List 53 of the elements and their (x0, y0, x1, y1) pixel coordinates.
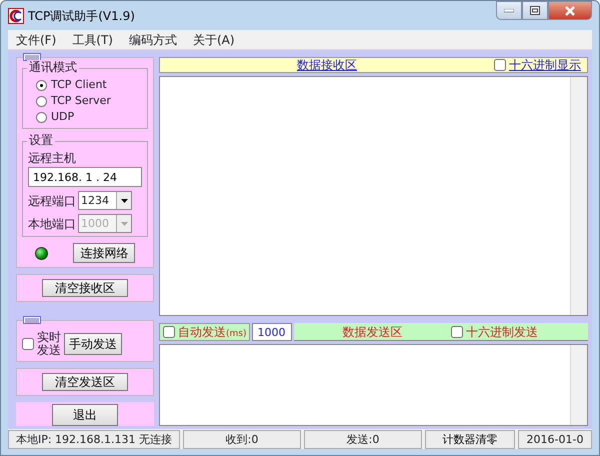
caret-icon (120, 222, 128, 226)
close-button[interactable] (548, 1, 592, 20)
clear-send-button[interactable]: 清空发送区 (42, 373, 128, 391)
clear-receive-button[interactable]: 清空接收区 (42, 279, 128, 297)
menu-item[interactable]: 编码方式 (120, 30, 185, 48)
exit-button[interactable]: 退出 (52, 404, 118, 426)
checkbox-label: 实时发送 (37, 331, 61, 357)
section-title: 数据接收区 (297, 57, 357, 74)
radio-label: UDP (51, 108, 74, 125)
field-label: 远程主机 (28, 150, 77, 167)
manual-send-button[interactable]: 手动发送 (64, 333, 122, 355)
checkbox-label: 十六进制发送 (466, 324, 538, 340)
reset-counter-button[interactable]: 计数器清零 (425, 430, 515, 449)
grip-icon (23, 316, 41, 324)
checkbox-label: 十六进制显示 (509, 57, 581, 74)
host-input-field[interactable]: 192.168. 1 . 24 (28, 167, 142, 187)
scrollbar[interactable] (570, 77, 587, 315)
group-title: 设置 (27, 133, 55, 147)
radio-label: TCP Server (51, 92, 111, 109)
interval-input-field[interactable]: 1000 (252, 323, 292, 341)
maximize-button[interactable] (522, 1, 548, 20)
status-text: 收到:0 (183, 430, 301, 449)
radio-button[interactable] (36, 112, 47, 122)
menu-item[interactable]: 工具(T) (64, 30, 121, 48)
minimize-icon (504, 8, 514, 12)
radio-button[interactable] (36, 96, 47, 106)
radio-button[interactable] (36, 80, 47, 90)
status-led-icon (34, 246, 48, 260)
status-text: 本地IP: 192.168.1.131 无连接 (8, 430, 180, 449)
field-label: 本地端口 (28, 216, 76, 232)
status-text: 发送:0 (304, 430, 422, 449)
group-title: 通讯模式 (27, 60, 79, 74)
grip-icon (23, 53, 41, 61)
radio-label: TCP Client (51, 76, 107, 93)
menu-item[interactable]: 关于(A) (184, 30, 243, 48)
close-icon (564, 6, 576, 16)
port-dropdown[interactable]: 1234 (78, 191, 132, 210)
send-text-area[interactable] (159, 344, 588, 426)
status-text: 2016-01-0 (518, 430, 592, 449)
app-icon (8, 8, 24, 24)
checkbox[interactable] (22, 338, 34, 350)
checkbox-label: 自动发送(ms) (178, 324, 246, 341)
section-title: 数据发送区 (342, 324, 403, 340)
connect-button[interactable]: 连接网络 (73, 243, 136, 263)
field-label: 远程端口 (28, 192, 76, 210)
scrollbar[interactable] (570, 345, 587, 425)
checkbox[interactable] (494, 59, 506, 71)
checkbox[interactable] (450, 326, 463, 338)
maximize-icon (530, 6, 540, 15)
checkbox[interactable] (163, 326, 175, 338)
caret-icon (120, 198, 128, 202)
menu-item[interactable]: 文件(F) (8, 30, 64, 48)
window-title: TCP调试助手(V1.9) (28, 8, 135, 24)
